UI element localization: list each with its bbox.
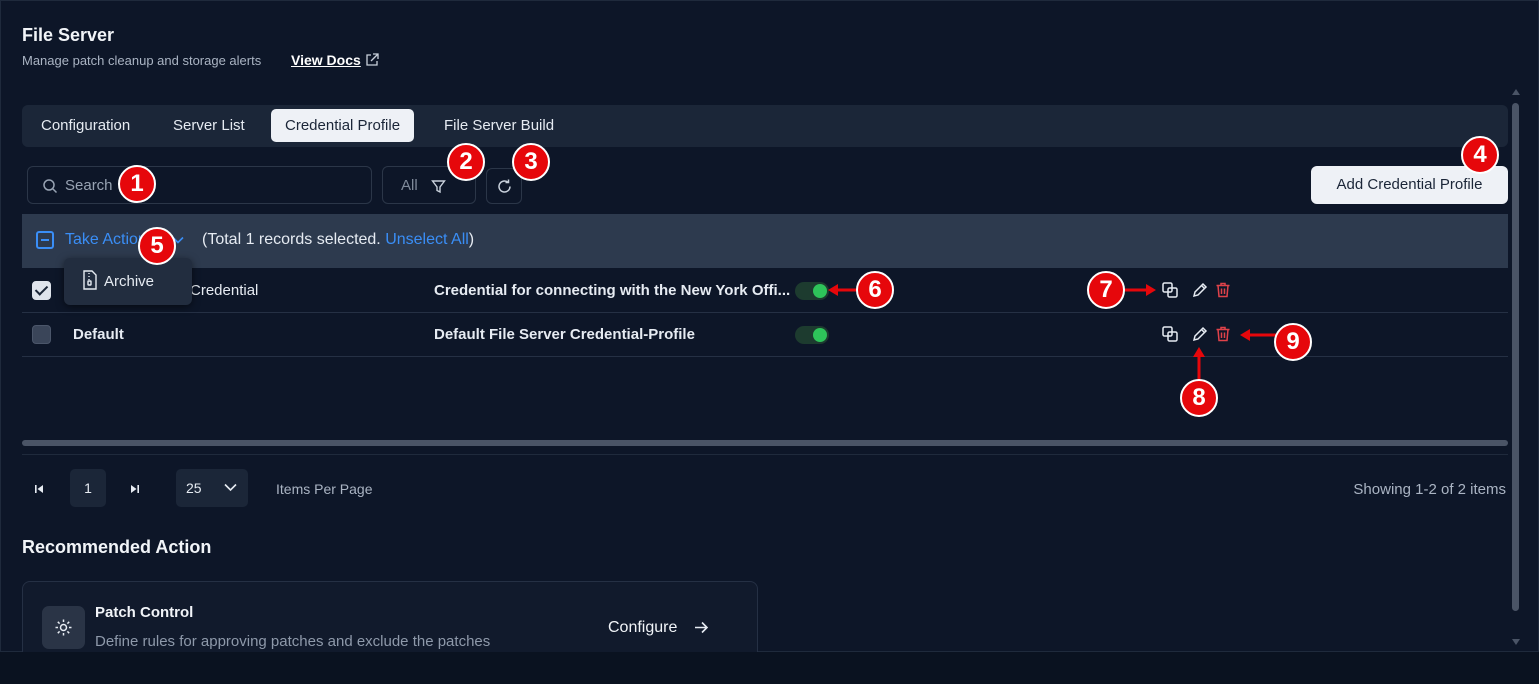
tab-server-list[interactable]: Server List bbox=[159, 109, 259, 142]
annotation-marker: 7 bbox=[1087, 271, 1125, 309]
card-description: Define rules for approving patches and e… bbox=[95, 633, 491, 650]
divider bbox=[22, 454, 1508, 455]
annotation-marker: 6 bbox=[856, 271, 894, 309]
recommended-card: Patch Control Define rules for approving… bbox=[22, 581, 758, 653]
clone-icon[interactable] bbox=[1161, 281, 1179, 299]
annotation-marker: 1 bbox=[118, 165, 156, 203]
select-all-checkbox[interactable] bbox=[36, 231, 54, 249]
patch-control-icon-box bbox=[42, 606, 85, 649]
view-docs-link[interactable]: View Docs bbox=[291, 52, 361, 68]
tab-file-server-build[interactable]: File Server Build bbox=[430, 109, 568, 142]
page-size-select[interactable]: 25 bbox=[176, 469, 248, 507]
row-description: Default File Server Credential-Profile bbox=[434, 326, 695, 343]
row-checkbox[interactable] bbox=[32, 281, 51, 300]
delete-icon[interactable] bbox=[1214, 325, 1232, 343]
annotation-marker: 3 bbox=[512, 143, 550, 181]
filter-value: All bbox=[401, 177, 418, 194]
status-toggle[interactable] bbox=[795, 282, 829, 300]
search-icon bbox=[43, 179, 58, 194]
page-number-button[interactable]: 1 bbox=[70, 469, 106, 507]
arrow-right-icon[interactable] bbox=[694, 620, 709, 635]
row-checkbox[interactable] bbox=[32, 325, 51, 344]
vertical-scrollbar[interactable] bbox=[1512, 103, 1519, 611]
table-row[interactable]: Credential Credential for connecting wit… bbox=[22, 269, 1508, 313]
annotation-marker: 2 bbox=[447, 143, 485, 181]
configure-button[interactable]: Configure bbox=[608, 619, 677, 637]
annotation-marker: 4 bbox=[1461, 136, 1499, 174]
refresh-icon bbox=[498, 179, 511, 193]
row-name: Credential bbox=[190, 282, 259, 299]
bulk-action-bar: Take Action (Total 1 records selected. U… bbox=[22, 214, 1508, 268]
unselect-all-link[interactable]: Unselect All bbox=[385, 231, 469, 248]
selection-info: (Total 1 records selected. Unselect All) bbox=[202, 231, 474, 249]
gear-icon bbox=[55, 619, 72, 636]
last-page-icon[interactable] bbox=[127, 481, 143, 497]
selection-close: ) bbox=[468, 231, 475, 248]
page-subtitle: Manage patch cleanup and storage alerts bbox=[22, 53, 262, 68]
card-title: Patch Control bbox=[95, 604, 194, 621]
tab-configuration[interactable]: Configuration bbox=[27, 109, 144, 142]
selection-text: (Total 1 records selected. bbox=[202, 231, 386, 248]
page-size-value: 25 bbox=[186, 480, 202, 496]
scroll-down-arrow[interactable] bbox=[1512, 639, 1520, 645]
search-input[interactable] bbox=[65, 167, 355, 203]
edit-icon[interactable] bbox=[1191, 325, 1209, 343]
search-box bbox=[27, 166, 372, 204]
items-per-page-label: Items Per Page bbox=[276, 481, 373, 497]
showing-count: Showing 1-2 of 2 items bbox=[1353, 481, 1506, 498]
bottom-strip bbox=[0, 652, 1539, 684]
menu-item-archive[interactable]: Archive bbox=[64, 258, 192, 305]
recommended-action-title: Recommended Action bbox=[22, 537, 212, 557]
delete-icon[interactable] bbox=[1214, 281, 1232, 299]
page-title: File Server bbox=[22, 25, 115, 45]
row-description: Credential for connecting with the New Y… bbox=[434, 282, 791, 299]
annotation-marker: 8 bbox=[1180, 379, 1218, 417]
tab-bar: Configuration Server List Credential Pro… bbox=[22, 105, 1508, 147]
external-link-icon[interactable] bbox=[365, 53, 379, 67]
filter-icon bbox=[431, 180, 446, 194]
annotation-marker: 9 bbox=[1274, 323, 1312, 361]
first-page-icon[interactable] bbox=[31, 481, 47, 497]
app-window: File Server Manage patch cleanup and sto… bbox=[0, 0, 1539, 653]
row-name: Default bbox=[73, 326, 124, 343]
clone-icon[interactable] bbox=[1161, 325, 1179, 343]
menu-item-label: Archive bbox=[104, 273, 155, 290]
chevron-down-icon bbox=[224, 483, 237, 492]
edit-icon[interactable] bbox=[1191, 281, 1209, 299]
status-toggle[interactable] bbox=[795, 326, 829, 344]
annotation-marker: 5 bbox=[138, 227, 176, 265]
take-action-menu: Archive bbox=[64, 258, 192, 305]
take-action-button[interactable]: Take Action bbox=[65, 231, 147, 249]
scroll-up-arrow[interactable] bbox=[1512, 89, 1520, 95]
horizontal-scrollbar[interactable] bbox=[22, 440, 1508, 446]
archive-file-icon bbox=[83, 270, 97, 290]
tab-credential-profile[interactable]: Credential Profile bbox=[271, 109, 415, 142]
